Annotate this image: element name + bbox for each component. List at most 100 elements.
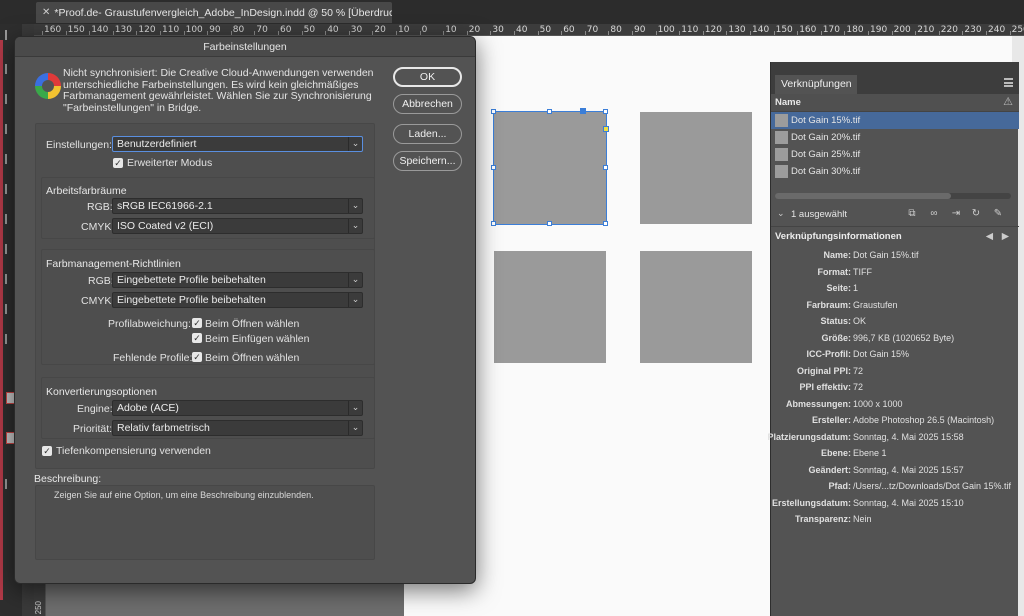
policy-cmyk-dropdown[interactable]: Eingebettete Profile beibehalten ⌄ — [112, 292, 363, 308]
engine-dropdown[interactable]: Adobe (ACE) ⌄ — [112, 400, 363, 416]
ruler-tick-mark — [301, 31, 303, 35]
cancel-button[interactable]: Abbrechen — [393, 94, 462, 114]
image-frame-dot-gain-25[interactable] — [494, 251, 606, 363]
ruler-tick-mark — [962, 31, 964, 35]
link-info-row: Größe: 996,7 KB (1020652 Byte) — [771, 330, 1019, 346]
ruler-tick-label: 230 — [964, 25, 982, 35]
selection-frame[interactable] — [491, 108, 609, 226]
load-button[interactable]: Laden... — [393, 124, 462, 144]
link-info-row: Pfad:/Users/...tz/Downloads/Dot Gain 15%… — [771, 478, 1019, 494]
link-info-value: Dot Gain 15% — [853, 349, 910, 359]
image-frame-dot-gain-30[interactable] — [640, 251, 752, 363]
black-point-compensation-checkbox[interactable]: ✓ — [42, 446, 52, 456]
mismatch-open-checkbox[interactable]: ✓ — [192, 318, 202, 328]
previous-link-icon[interactable]: ◀ — [986, 228, 993, 246]
resize-handle[interactable] — [547, 109, 552, 114]
ruler-tick-label: 0 — [421, 25, 428, 35]
image-frame-dot-gain-20[interactable] — [640, 112, 752, 224]
missing-open-checkbox[interactable]: ✓ — [192, 352, 202, 362]
rgb-label: RGB: — [87, 201, 113, 213]
link-row[interactable]: Dot Gain 20%.tif — [771, 129, 1019, 146]
ruler-tick-mark — [89, 31, 91, 35]
ruler-tick-label: 20 — [374, 25, 386, 35]
ruler-tick-label: 240 — [988, 25, 1006, 35]
link-info-row: Erstellungsdatum: Sonntag, 4. Mai 2025 15… — [771, 495, 1019, 511]
ruler-tick-mark — [466, 31, 468, 35]
resize-handle[interactable] — [603, 221, 608, 226]
mismatch-open-label: Beim Öffnen wählen — [205, 318, 300, 330]
links-panel: Verknüpfungen Name ⚠ Dot Gain 15%.tif Do… — [767, 62, 1019, 616]
link-info-key: Ersteller: — [811, 415, 851, 425]
link-info-value: Sonntag, 4. Mai 2025 15:58 — [853, 431, 964, 442]
ruler-tick-label: 120 — [704, 25, 722, 35]
content-grabber[interactable] — [580, 108, 586, 114]
ruler-tick-label: 160 — [799, 25, 817, 35]
ruler-tick-label: 30 — [350, 25, 363, 35]
ruler-tick-mark — [844, 31, 846, 35]
ruler-tick-mark — [891, 31, 893, 35]
ruler-tick-label: 120 — [138, 25, 156, 35]
ruler-tick-label: 110 — [162, 25, 180, 35]
settings-dropdown[interactable]: Benutzerdefiniert ⌄ — [112, 136, 363, 152]
ruler-tick-mark — [726, 31, 728, 35]
link-info-row: Seite: 1 — [771, 280, 1019, 296]
link-row[interactable]: Dot Gain 25%.tif — [771, 146, 1019, 163]
resize-handle[interactable] — [603, 165, 608, 170]
scrollbar-thumb[interactable] — [775, 193, 951, 199]
column-name-header[interactable]: Name — [775, 97, 801, 108]
link-info-row: Ebene: Ebene 1 — [771, 445, 1019, 461]
links-horizontal-scrollbar[interactable] — [775, 193, 1011, 199]
sync-status-icon — [35, 73, 61, 99]
save-button[interactable]: Speichern... — [393, 151, 462, 171]
description-text: Zeigen Sie auf eine Option, um eine Besc… — [54, 490, 314, 500]
link-info-key: ICC-Profil: — [806, 349, 852, 359]
resize-handle[interactable] — [491, 165, 496, 170]
policy-rgb-dropdown[interactable]: Eingebettete Profile beibehalten ⌄ — [112, 272, 363, 288]
ruler-tick-label: 180 — [846, 25, 864, 35]
settings-value: Benutzerdefiniert — [117, 138, 197, 150]
ruler-tick-mark — [750, 31, 751, 35]
ruler-tick-label: 90 — [634, 25, 646, 35]
mismatch-paste-checkbox[interactable]: ✓ — [192, 333, 202, 343]
ruler-tick-mark — [1009, 31, 1011, 35]
go-to-link-icon[interactable]: ⇥ — [949, 208, 963, 220]
ruler-tick-label: 200 — [893, 25, 911, 35]
panel-menu-icon[interactable] — [1004, 78, 1013, 87]
cmyk-working-space-dropdown[interactable]: ISO Coated v2 (ECI) ⌄ — [112, 218, 363, 234]
next-link-icon[interactable]: ▶ — [1002, 228, 1009, 246]
collapse-chevron-icon[interactable]: ⌄ — [777, 208, 785, 219]
ruler-tick-mark — [65, 31, 67, 35]
description-box: Zeigen Sie auf eine Option, um eine Besc… — [35, 485, 375, 560]
relink-from-cc-icon[interactable]: ⧉ — [905, 208, 919, 220]
relink-icon[interactable]: ∞ — [927, 208, 941, 220]
warning-column-icon[interactable]: ⚠ — [1003, 95, 1013, 108]
close-tab-icon[interactable]: ✕ — [42, 7, 50, 18]
intent-dropdown[interactable]: Relativ farbmetrisch ⌄ — [112, 420, 363, 436]
edit-original-icon[interactable]: ✎ — [991, 208, 1005, 220]
link-name: Dot Gain 20%.tif — [791, 132, 861, 143]
link-info-key: Transparenz: — [794, 514, 851, 524]
tab-links[interactable]: Verknüpfungen — [775, 75, 857, 94]
corner-options-handle[interactable] — [603, 126, 609, 132]
resize-handle[interactable] — [491, 221, 496, 226]
ok-button[interactable]: OK — [393, 67, 462, 87]
link-row[interactable]: Dot Gain 30%.tif — [771, 163, 1019, 180]
resize-handle[interactable] — [603, 109, 608, 114]
link-info-value: TIFF — [853, 266, 872, 277]
ruler-tick-mark — [112, 31, 114, 35]
link-row-selected[interactable]: Dot Gain 15%.tif — [771, 112, 1019, 129]
resize-handle[interactable] — [491, 109, 496, 114]
engine-label: Engine: — [77, 403, 113, 415]
rgb-working-space-dropdown[interactable]: sRGB IEC61966-2.1 ⌄ — [112, 198, 363, 214]
left-edge-stripe — [0, 40, 3, 600]
intent-label: Priorität: — [73, 423, 113, 435]
update-link-icon[interactable]: ↻ — [969, 208, 983, 220]
advanced-mode-checkbox[interactable]: ✓ — [113, 158, 123, 168]
resize-handle[interactable] — [547, 221, 552, 226]
link-info-value: Ebene 1 — [853, 448, 887, 458]
link-info-key: Erstellungsdatum: — [771, 497, 851, 508]
link-info-value: Nein — [853, 514, 872, 524]
links-panel-top-rail — [771, 62, 1019, 72]
document-tab[interactable]: ✕ *Proof.de- Graustufenvergleich_Adobe_I… — [36, 2, 392, 23]
horizontal-ruler[interactable]: 160 150 140 130 120 110 100 90 80 70 60 50 40 30 20 10 0… — [34, 24, 1024, 36]
